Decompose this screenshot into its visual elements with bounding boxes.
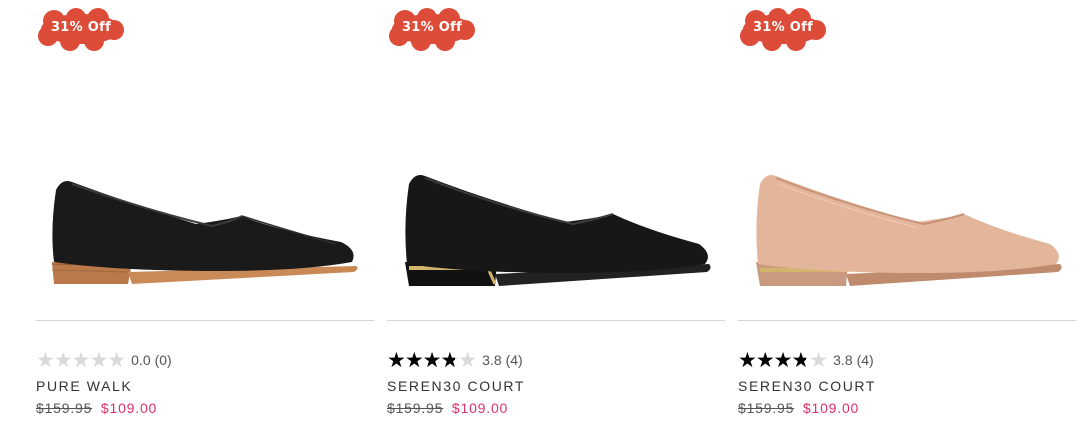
sale-price: $109.00 <box>451 400 509 416</box>
rating-value: 0.0 <box>131 352 151 368</box>
product-card[interactable]: 31% Off ★★★★★ ★★★★★ 0.0 (0) PURE WALK $1… <box>36 0 374 444</box>
divider <box>738 320 1076 321</box>
star-rating-icon: ★★★★★ ★★★★★ <box>387 348 477 372</box>
review-count: (0) <box>154 352 172 368</box>
product-name[interactable]: SEREN30 COURT <box>387 378 525 394</box>
star-rating-icon: ★★★★★ ★★★★★ <box>36 348 126 372</box>
product-image[interactable] <box>387 150 725 300</box>
product-card[interactable]: 31% Off ★★★★★ ★★★★★ 3.8 (4) SEREN30 COUR… <box>738 0 1076 444</box>
rating: ★★★★★ ★★★★★ 3.8 (4) <box>387 348 523 372</box>
rating: ★★★★★ ★★★★★ 3.8 (4) <box>738 348 874 372</box>
product-name[interactable]: PURE WALK <box>36 378 132 394</box>
divider <box>387 320 725 321</box>
discount-badge: 31% Off <box>738 8 828 54</box>
star-rating-icon: ★★★★★ ★★★★★ <box>738 348 828 372</box>
rating-value: 3.8 <box>833 352 853 368</box>
product-name[interactable]: SEREN30 COURT <box>738 378 876 394</box>
product-image[interactable] <box>738 150 1076 300</box>
original-price: $159.95 <box>36 400 93 416</box>
discount-badge-label: 31% Off <box>401 20 463 35</box>
price: $159.95 $109.00 <box>387 400 508 416</box>
sale-price: $109.00 <box>100 400 158 416</box>
rating-value: 3.8 <box>482 352 502 368</box>
review-count: (4) <box>856 352 874 368</box>
product-card[interactable]: 31% Off ★★★★★ ★★★★★ 3.8 (4) SEREN30 COUR… <box>387 0 725 444</box>
divider <box>36 320 374 321</box>
original-price: $159.95 <box>387 400 444 416</box>
discount-badge-label: 31% Off <box>752 20 814 35</box>
rating: ★★★★★ ★★★★★ 0.0 (0) <box>36 348 172 372</box>
price: $159.95 $109.00 <box>738 400 859 416</box>
review-count: (4) <box>505 352 523 368</box>
discount-badge: 31% Off <box>36 8 126 54</box>
price: $159.95 $109.00 <box>36 400 157 416</box>
discount-badge-label: 31% Off <box>50 20 112 35</box>
discount-badge: 31% Off <box>387 8 477 54</box>
original-price: $159.95 <box>738 400 795 416</box>
product-image[interactable] <box>36 150 374 300</box>
product-grid: 31% Off ★★★★★ ★★★★★ 0.0 (0) PURE WALK $1… <box>0 0 1080 444</box>
sale-price: $109.00 <box>802 400 860 416</box>
